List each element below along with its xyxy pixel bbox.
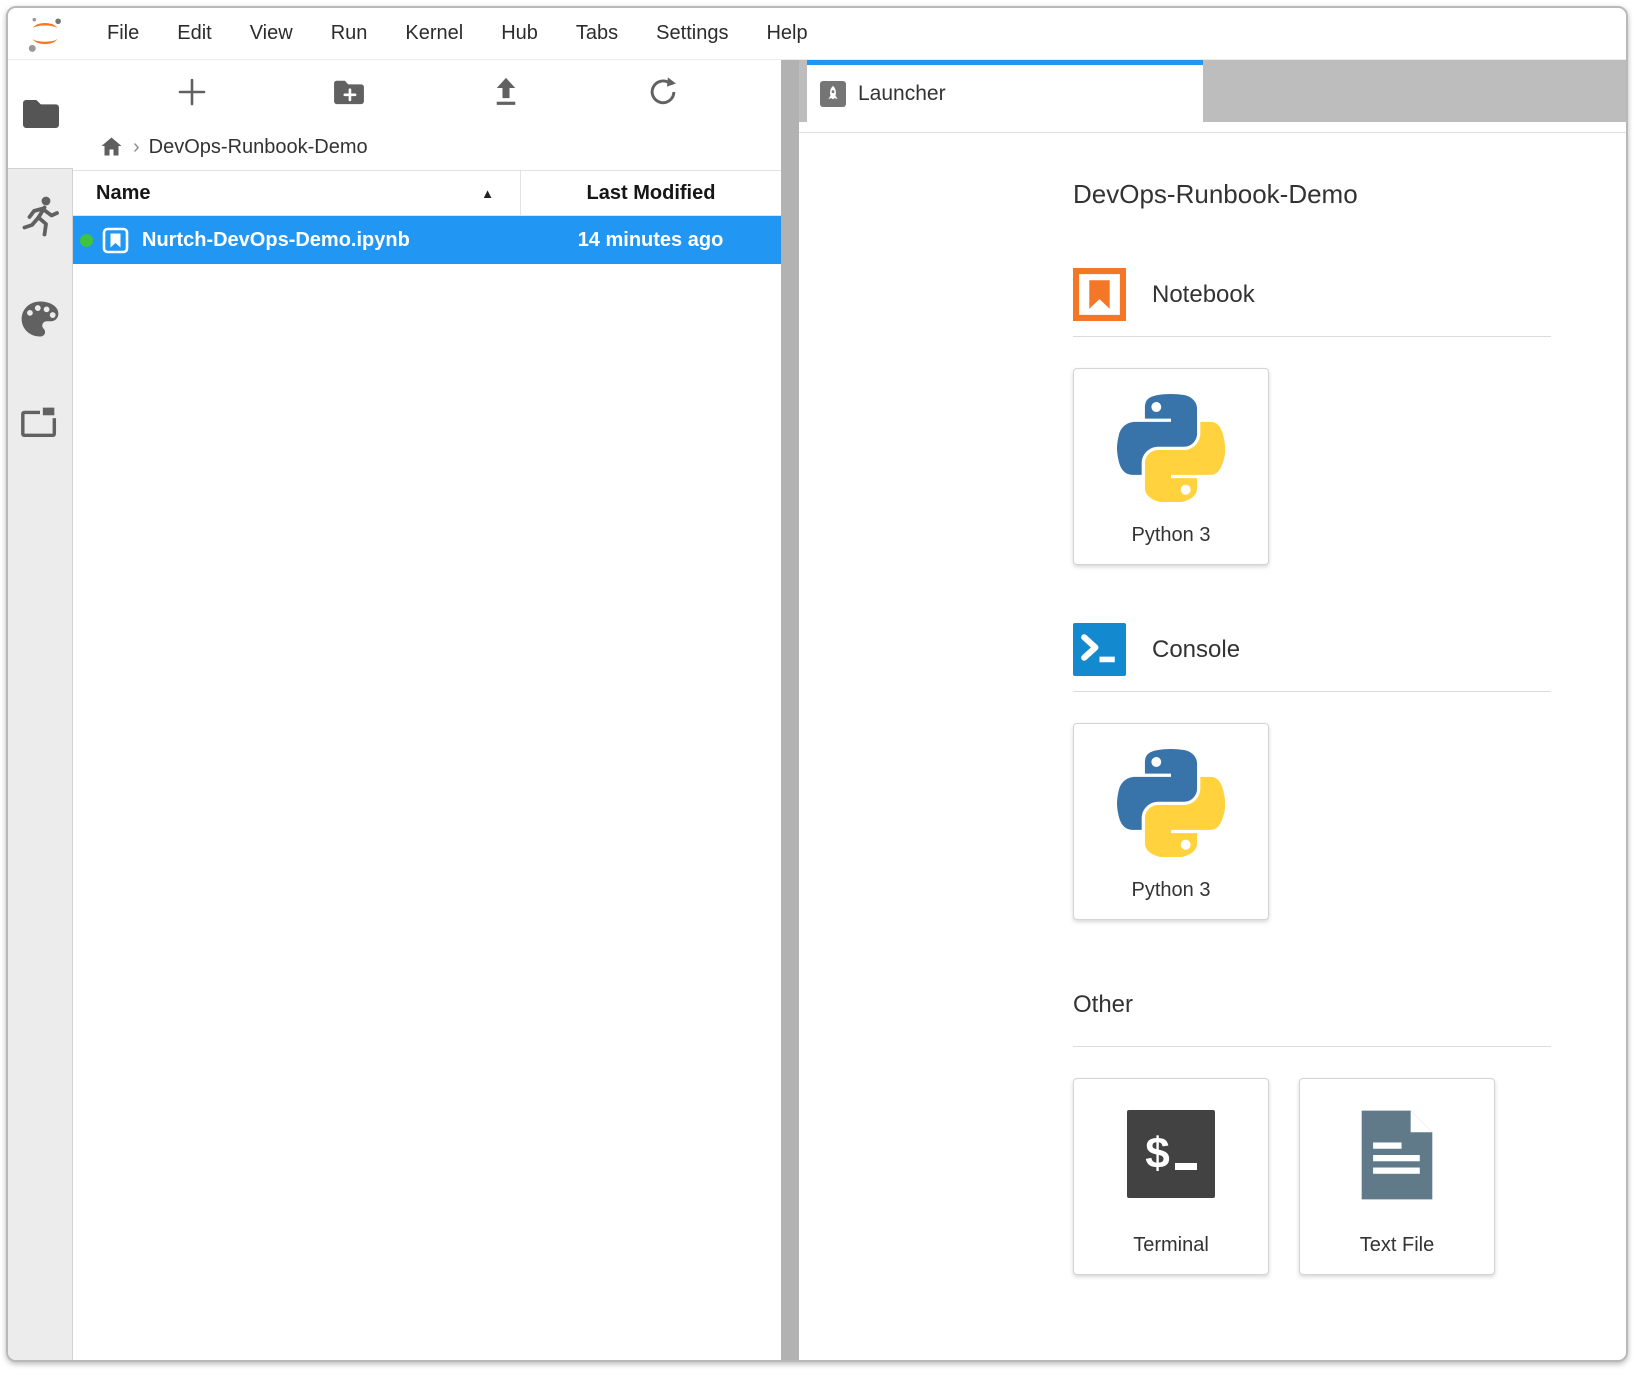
folder-icon — [21, 97, 61, 131]
launcher-card-text-file[interactable]: Text File — [1299, 1078, 1495, 1275]
launcher-rocket-icon — [820, 81, 846, 107]
console-icon — [1073, 623, 1126, 676]
section-divider — [1073, 1046, 1551, 1047]
file-row-name-cell: Nurtch-DevOps-Demo.ipynb — [73, 227, 520, 254]
menu-hub[interactable]: Hub — [482, 22, 557, 45]
section-label-console: Console — [1152, 636, 1240, 664]
main-dock-panel: Launcher DevOps-Runbook-Demo Notebook — [799, 60, 1626, 1360]
python-logo — [1117, 749, 1225, 857]
tab-launcher-label: Launcher — [858, 82, 946, 106]
menu-edit[interactable]: Edit — [158, 22, 230, 45]
tab-launcher[interactable]: Launcher — [807, 60, 1203, 122]
file-row-selected[interactable]: Nurtch-DevOps-Demo.ipynb 14 minutes ago — [73, 216, 781, 264]
menu-file[interactable]: File — [88, 22, 158, 45]
upload-icon — [491, 76, 521, 108]
jupyterlab-window: File Edit View Run Kernel Hub Tabs Setti… — [6, 6, 1628, 1362]
launcher-body: DevOps-Runbook-Demo Notebook — [799, 132, 1626, 1360]
column-header-name[interactable]: Name ▲ — [73, 171, 520, 215]
file-browser-panel: › DevOps-Runbook-Demo Name ▲ Last Modifi… — [73, 60, 781, 1360]
app-body: › DevOps-Runbook-Demo Name ▲ Last Modifi… — [8, 60, 1626, 1360]
dock-tab-bar: Launcher — [799, 60, 1626, 122]
menu-tabs[interactable]: Tabs — [557, 22, 637, 45]
kernel-running-dot — [80, 234, 93, 247]
section-label-other: Other — [1073, 991, 1133, 1019]
menu-view[interactable]: View — [231, 22, 312, 45]
sort-ascending-icon: ▲ — [481, 186, 520, 201]
card-label: Python 3 — [1132, 524, 1211, 547]
plus-icon — [177, 77, 207, 107]
refresh-icon — [647, 76, 679, 108]
name-header-label: Name — [96, 182, 150, 205]
menu-kernel[interactable]: Kernel — [386, 22, 482, 45]
home-icon[interactable] — [99, 135, 124, 159]
section-label-notebook: Notebook — [1152, 281, 1255, 309]
text-file-icon — [1356, 1108, 1438, 1202]
menu-bar: File Edit View Run Kernel Hub Tabs Setti… — [8, 8, 1626, 60]
launcher-card-terminal[interactable]: $ Terminal — [1073, 1078, 1269, 1275]
menu-settings[interactable]: Settings — [637, 22, 747, 45]
card-label: Text File — [1360, 1234, 1434, 1257]
file-name: Nurtch-DevOps-Demo.ipynb — [142, 229, 410, 252]
new-folder-button[interactable] — [326, 69, 372, 115]
launcher-section-other: Other $ Terminal — [1073, 978, 1551, 1275]
breadcrumb-separator: › — [133, 136, 140, 159]
column-header-last-modified[interactable]: Last Modified — [520, 171, 781, 215]
menu-run[interactable]: Run — [312, 22, 387, 45]
sidebar-item-file-browser[interactable] — [8, 60, 73, 168]
sidebar-item-running-sessions[interactable] — [18, 195, 62, 239]
card-label: Terminal — [1133, 1234, 1209, 1257]
breadcrumb: › DevOps-Runbook-Demo — [73, 124, 781, 170]
launcher-card-notebook-python3[interactable]: Python 3 — [1073, 368, 1269, 565]
card-label: Python 3 — [1132, 879, 1211, 902]
launcher-section-notebook: Notebook Python 3 — [1073, 268, 1551, 565]
tabs-icon — [19, 401, 61, 441]
terminal-icon: $ — [1127, 1110, 1215, 1198]
panel-splitter-handle[interactable] — [781, 60, 799, 1360]
palette-icon — [19, 299, 61, 339]
refresh-button[interactable] — [640, 69, 686, 115]
python-logo — [1117, 394, 1225, 502]
last-modified-header-label: Last Modified — [587, 182, 716, 205]
launcher-cwd-title: DevOps-Runbook-Demo — [1073, 179, 1551, 210]
file-list-header: Name ▲ Last Modified — [73, 170, 781, 216]
file-last-modified: 14 minutes ago — [520, 229, 781, 252]
notebook-icon — [1073, 268, 1126, 321]
sidebar-item-open-tabs[interactable] — [18, 399, 62, 443]
section-divider — [1073, 336, 1551, 337]
running-man-icon — [20, 195, 60, 239]
file-browser-toolbar — [73, 60, 781, 124]
sidebar-rest — [8, 168, 73, 1360]
new-folder-icon — [332, 78, 366, 106]
upload-button[interactable] — [483, 69, 529, 115]
notebook-icon — [102, 227, 129, 254]
launcher-card-console-python3[interactable]: Python 3 — [1073, 723, 1269, 920]
breadcrumb-current-folder[interactable]: DevOps-Runbook-Demo — [149, 136, 368, 159]
activity-sidebar — [8, 60, 73, 1360]
new-launcher-button[interactable] — [169, 69, 215, 115]
sidebar-item-command-palette[interactable] — [18, 297, 62, 341]
menu-help[interactable]: Help — [747, 22, 826, 45]
section-divider — [1073, 691, 1551, 692]
launcher-section-console: Console Python 3 — [1073, 623, 1551, 920]
jupyter-logo-icon — [22, 14, 68, 54]
